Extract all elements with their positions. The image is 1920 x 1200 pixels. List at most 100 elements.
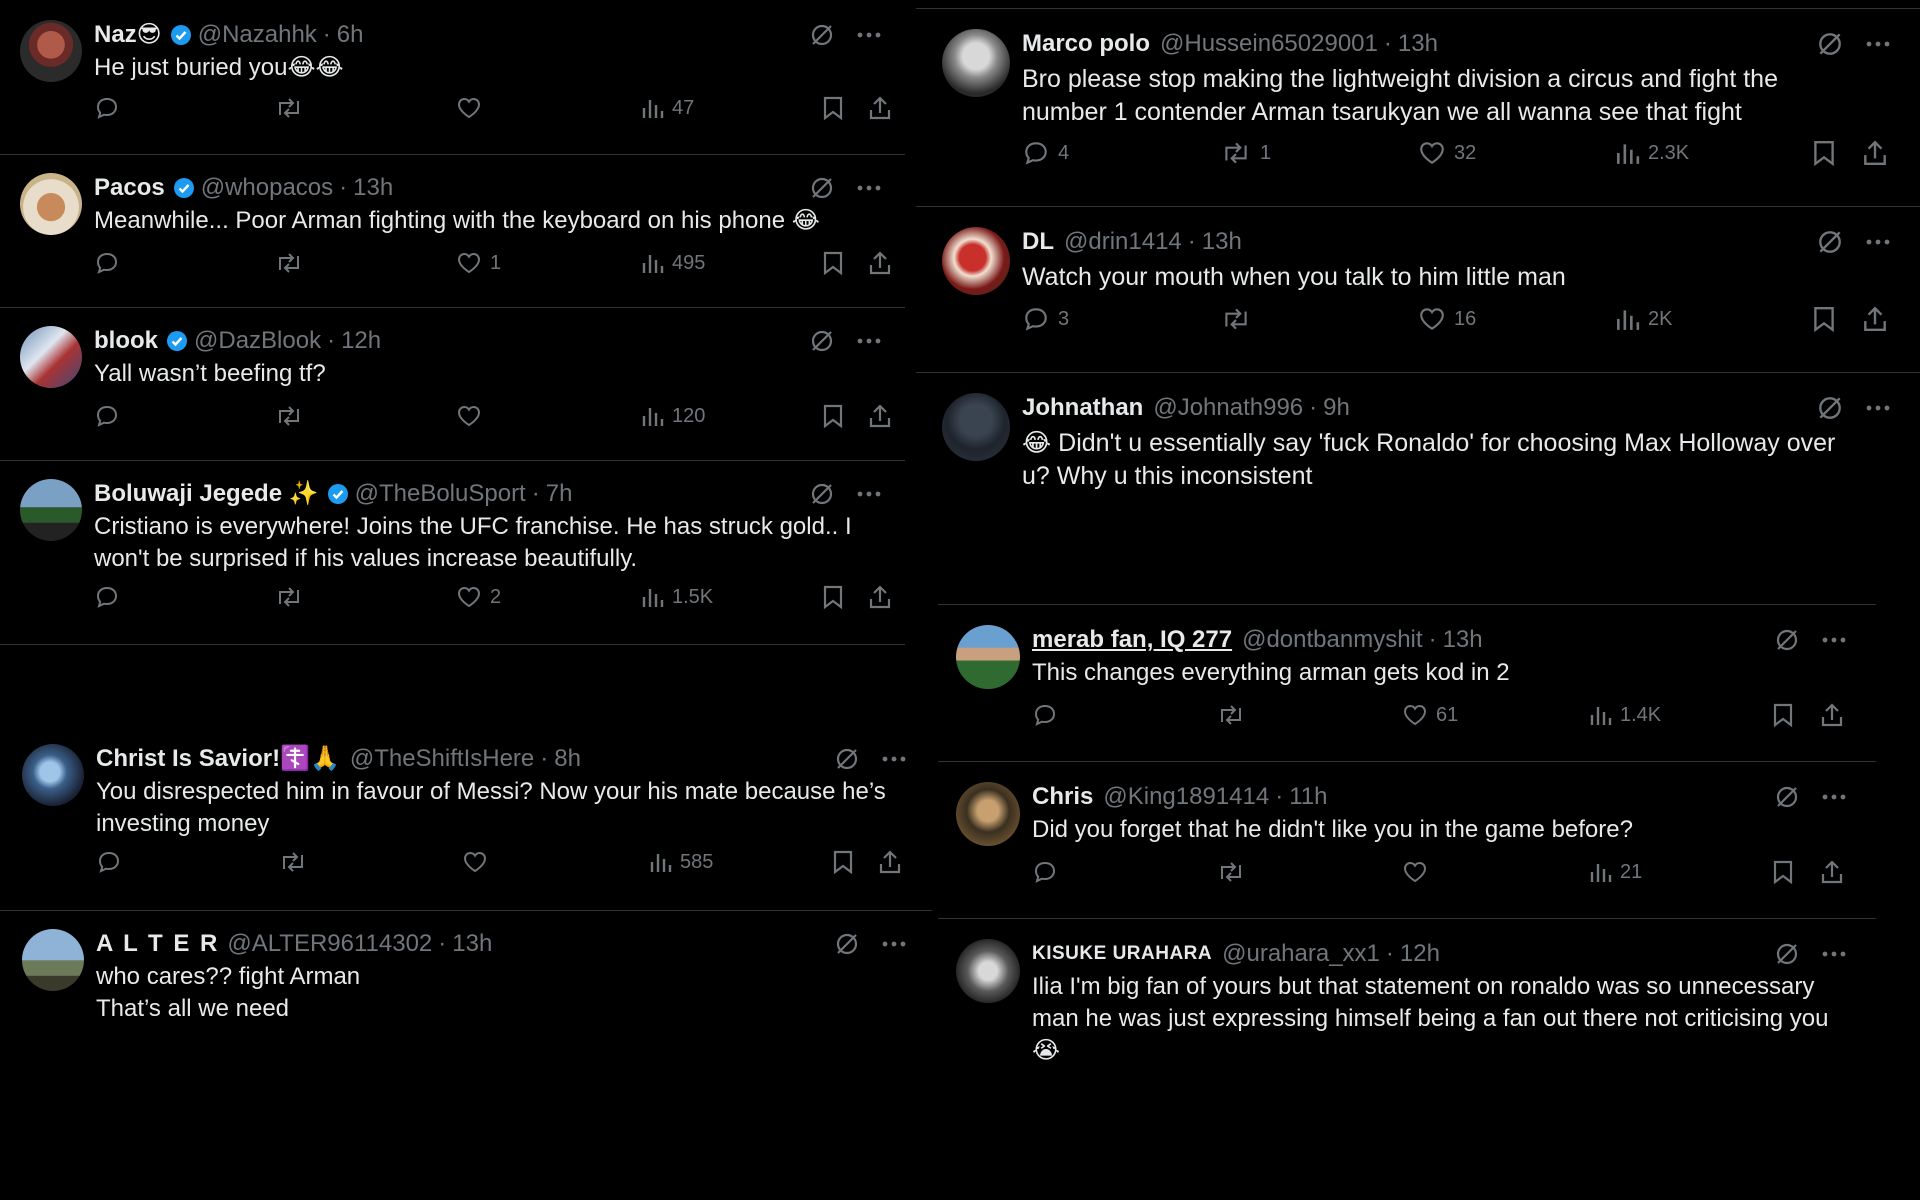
share-button[interactable] xyxy=(1820,702,1844,728)
bookmark-button[interactable] xyxy=(1772,859,1794,885)
more-icon[interactable] xyxy=(857,491,881,497)
retweet-button[interactable]: 1 xyxy=(1220,139,1271,167)
tweet[interactable]: Boluwaji Jegede ✨ @TheBoluSport · 7h Crist… xyxy=(0,461,905,645)
bookmark-button[interactable] xyxy=(1812,305,1836,333)
like-button[interactable]: 1 xyxy=(456,251,501,275)
reply-button[interactable]: 3 xyxy=(1022,305,1069,333)
author-handle[interactable]: @TheBoluSport xyxy=(355,479,526,509)
author-handle[interactable]: @ALTER96114302 xyxy=(227,929,432,959)
retweet-button[interactable] xyxy=(1216,702,1254,728)
more-icon[interactable] xyxy=(1822,951,1846,957)
avatar[interactable] xyxy=(942,29,1010,97)
more-icon[interactable] xyxy=(857,32,881,38)
tweet[interactable]: Naz😎 @Nazahhk · 6h He just buried you😂😂 47 xyxy=(0,0,905,155)
retweet-button[interactable] xyxy=(274,584,312,610)
author-name[interactable]: merab fan, IQ 277 xyxy=(1032,625,1232,655)
like-button[interactable] xyxy=(456,96,490,120)
avatar[interactable] xyxy=(956,939,1020,1003)
avatar[interactable] xyxy=(942,227,1010,295)
author-name[interactable]: Chris xyxy=(1032,782,1093,812)
bookmark-button[interactable] xyxy=(822,95,844,121)
grok-icon[interactable] xyxy=(834,746,860,772)
avatar[interactable] xyxy=(956,625,1020,689)
tweet[interactable]: KISUKE URAHARA @urahara_xx1 · 12h Ilia I'm… xyxy=(938,919,1876,1085)
author-handle[interactable]: @drin1414 xyxy=(1064,227,1182,257)
more-icon[interactable] xyxy=(1822,794,1846,800)
more-icon[interactable] xyxy=(1866,41,1890,47)
author-name[interactable]: blook xyxy=(94,326,158,356)
author-handle[interactable]: @Hussein65029001 xyxy=(1160,29,1378,59)
tweet[interactable]: Marco polo @Hussein65029001 · 13h Bro plea… xyxy=(916,9,1920,207)
author-name[interactable]: Pacos xyxy=(94,173,165,203)
bookmark-button[interactable] xyxy=(822,403,844,429)
tweet[interactable]: Johnathan @Johnath996 · 9h 😂 Didn't u esse… xyxy=(916,373,1920,511)
grok-icon[interactable] xyxy=(809,175,835,201)
tweet[interactable]: DL @drin1414 · 13h Watch your mouth when y… xyxy=(916,207,1920,373)
reply-button[interactable] xyxy=(1032,702,1066,728)
reply-button[interactable] xyxy=(94,403,128,429)
timestamp[interactable]: 13h xyxy=(1202,227,1242,257)
like-button[interactable]: 16 xyxy=(1418,306,1476,332)
like-button[interactable] xyxy=(462,850,496,874)
reply-button[interactable] xyxy=(96,849,130,875)
grok-icon[interactable] xyxy=(1774,627,1800,653)
share-button[interactable] xyxy=(868,403,892,429)
reply-button[interactable]: 4 xyxy=(1022,139,1069,167)
views-button[interactable]: 1.5K xyxy=(640,585,713,609)
retweet-button[interactable] xyxy=(1216,859,1254,885)
author-handle[interactable]: @urahara_xx1 xyxy=(1222,939,1380,969)
author-handle[interactable]: @whopacos xyxy=(201,173,333,203)
author-name[interactable]: A L T E R xyxy=(96,929,219,959)
reply-button[interactable] xyxy=(1032,859,1066,885)
share-button[interactable] xyxy=(1820,859,1844,885)
avatar[interactable] xyxy=(20,326,82,388)
author-handle[interactable]: @dontbanmyshit xyxy=(1242,625,1422,655)
views-button[interactable]: 120 xyxy=(640,404,705,428)
bookmark-button[interactable] xyxy=(1772,702,1794,728)
author-name[interactable]: Christ Is Savior!☦️🙏 xyxy=(96,744,340,774)
like-button[interactable]: 32 xyxy=(1418,140,1476,166)
retweet-button[interactable] xyxy=(274,95,312,121)
timestamp[interactable]: 13h xyxy=(1398,29,1438,59)
share-button[interactable] xyxy=(868,95,892,121)
grok-icon[interactable] xyxy=(1774,784,1800,810)
author-name[interactable]: Naz😎 xyxy=(94,20,162,50)
avatar[interactable] xyxy=(20,173,82,235)
share-button[interactable] xyxy=(868,250,892,276)
more-icon[interactable] xyxy=(882,941,906,947)
author-name[interactable]: Boluwaji Jegede ✨ xyxy=(94,479,319,509)
timestamp[interactable]: 12h xyxy=(1400,939,1440,969)
tweet[interactable]: merab fan, IQ 277 @dontbanmyshit · 13h Thi… xyxy=(938,605,1876,762)
author-handle[interactable]: @TheShiftIsHere xyxy=(350,744,534,774)
views-button[interactable]: 2.3K xyxy=(1614,140,1689,166)
views-button[interactable]: 1.4K xyxy=(1588,703,1661,727)
avatar[interactable] xyxy=(22,744,84,806)
grok-icon[interactable] xyxy=(1816,30,1844,58)
author-handle[interactable]: @DazBlook xyxy=(194,326,321,356)
author-name[interactable]: Marco polo xyxy=(1022,29,1150,59)
author-name[interactable]: KISUKE URAHARA xyxy=(1032,939,1212,969)
timestamp[interactable]: 6h xyxy=(337,20,364,50)
avatar[interactable] xyxy=(20,20,82,82)
bookmark-button[interactable] xyxy=(1812,139,1836,167)
bookmark-button[interactable] xyxy=(822,584,844,610)
share-button[interactable] xyxy=(1862,139,1888,167)
more-icon[interactable] xyxy=(857,185,881,191)
timestamp[interactable]: 13h xyxy=(353,173,393,203)
timestamp[interactable]: 11h xyxy=(1289,782,1327,812)
timestamp[interactable]: 9h xyxy=(1323,393,1350,423)
more-icon[interactable] xyxy=(882,756,906,762)
timestamp[interactable]: 8h xyxy=(554,744,581,774)
views-button[interactable]: 21 xyxy=(1588,860,1642,884)
retweet-button[interactable] xyxy=(274,250,312,276)
author-handle[interactable]: @Johnath996 xyxy=(1153,393,1303,423)
like-button[interactable] xyxy=(1402,860,1436,884)
author-name[interactable]: Johnathan xyxy=(1022,393,1143,423)
bookmark-button[interactable] xyxy=(832,849,854,875)
like-button[interactable]: 2 xyxy=(456,585,501,609)
timestamp[interactable]: 13h xyxy=(1443,625,1483,655)
author-handle[interactable]: @King1891414 xyxy=(1103,782,1269,812)
avatar[interactable] xyxy=(942,393,1010,461)
author-handle[interactable]: @Nazahhk xyxy=(198,20,317,50)
reply-button[interactable] xyxy=(94,250,128,276)
